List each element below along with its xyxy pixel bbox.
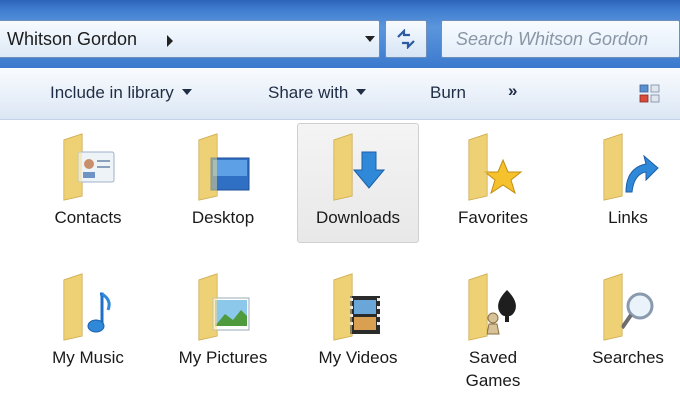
chevron-down-icon (181, 88, 192, 95)
folder-item-my-pictures[interactable]: My Pictures (162, 270, 284, 369)
burn-button[interactable]: Burn (430, 83, 466, 103)
view-options-icon (639, 84, 660, 103)
folder-label: My Videos (318, 348, 398, 367)
folder-view: Contacts Desktop Downloads Favorites Lin… (0, 120, 680, 419)
refresh-icon (397, 29, 415, 49)
folder-item-my-videos[interactable]: My Videos (297, 270, 419, 369)
folder-label: My Pictures (178, 348, 268, 367)
address-bar[interactable]: Whitson Gordon (0, 20, 380, 58)
folder-label: My Music (52, 348, 124, 367)
downloads-folder-icon (326, 130, 390, 202)
videos-folder-icon (326, 270, 390, 342)
saved-games-folder-icon (461, 270, 525, 342)
explorer-window: Whitson Gordon Search Whitson Gordon Inc… (0, 0, 680, 419)
address-bar-strip: Whitson Gordon Search Whitson Gordon (0, 0, 680, 68)
folder-label: Saved Games (465, 348, 521, 390)
share-with-label: Share with (268, 83, 349, 102)
folder-label: Desktop (191, 208, 255, 227)
refresh-button[interactable] (385, 20, 427, 58)
searches-folder-icon (596, 270, 660, 342)
folder-label: Favorites (458, 208, 528, 227)
include-in-library-button[interactable]: Include in library (50, 83, 192, 103)
folder-item-desktop[interactable]: Desktop (162, 130, 284, 229)
change-view-button[interactable] (638, 83, 662, 105)
breadcrumb-chevron-icon[interactable] (167, 35, 173, 47)
desktop-folder-icon (191, 130, 255, 202)
burn-label: Burn (430, 83, 466, 102)
links-folder-icon (596, 130, 660, 202)
search-placeholder: Search Whitson Gordon (456, 29, 649, 49)
contacts-folder-icon (56, 130, 120, 202)
share-with-button[interactable]: Share with (268, 83, 367, 103)
folder-item-favorites[interactable]: Favorites (432, 130, 554, 229)
command-toolbar: Include in library Share with Burn » (0, 68, 680, 120)
favorites-folder-icon (461, 130, 525, 202)
folder-label: Links (608, 208, 648, 227)
pictures-folder-icon (191, 270, 255, 342)
folder-label: Searches (592, 348, 664, 367)
include-in-library-label: Include in library (50, 83, 174, 102)
folder-label: Contacts (54, 208, 122, 227)
more-commands-button[interactable]: » (508, 81, 517, 101)
folder-item-contacts[interactable]: Contacts (27, 130, 149, 229)
folder-item-my-music[interactable]: My Music (27, 270, 149, 369)
search-input[interactable]: Search Whitson Gordon (441, 20, 680, 58)
chevron-down-icon (356, 88, 367, 95)
folder-item-links[interactable]: Links (567, 130, 680, 229)
folder-item-searches[interactable]: Searches (567, 270, 680, 369)
folder-item-downloads[interactable]: Downloads (297, 123, 419, 243)
address-history-dropdown-icon[interactable] (365, 36, 375, 42)
folder-label: Downloads (315, 208, 401, 227)
folder-item-saved-games[interactable]: Saved Games (432, 270, 554, 392)
music-folder-icon (56, 270, 120, 342)
breadcrumb-whitson-gordon[interactable]: Whitson Gordon (7, 29, 137, 50)
